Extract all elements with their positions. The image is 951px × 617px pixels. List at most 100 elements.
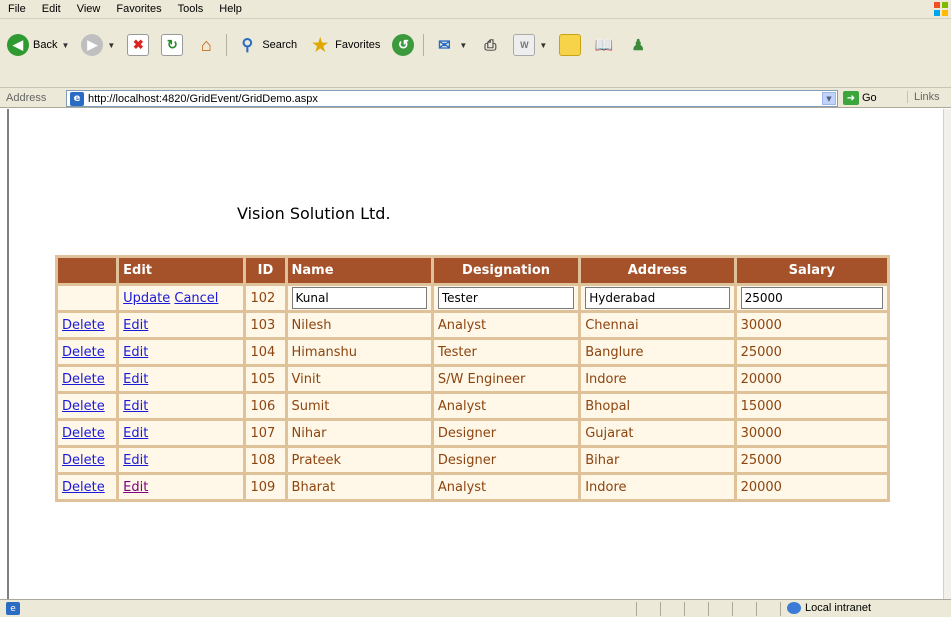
left-frame-edge: [0, 109, 9, 599]
table-row: Delete Edit 107 Nihar Designer Gujarat 3…: [58, 421, 887, 445]
header-name: Name: [287, 258, 431, 283]
go-button[interactable]: ➜ Go: [843, 90, 877, 106]
delete-link[interactable]: Delete: [62, 345, 105, 360]
messenger-button[interactable]: ♟: [624, 32, 652, 58]
back-button[interactable]: ◀ Back ▼: [4, 32, 72, 58]
name-input[interactable]: [291, 287, 427, 309]
windows-logo-icon: [934, 2, 948, 16]
status-divider: [732, 602, 733, 616]
menu-help[interactable]: Help: [211, 3, 250, 15]
address-input-field[interactable]: [585, 287, 730, 309]
header-designation: Designation: [433, 258, 579, 283]
id-cell: 109: [246, 475, 285, 499]
address-url: http://localhost:4820/GridEvent/GridDemo…: [88, 92, 318, 105]
delete-link[interactable]: Delete: [62, 426, 105, 441]
page-status-icon: e: [6, 602, 20, 615]
forward-dropdown-icon: ▼: [107, 40, 116, 50]
address-cell: Indore: [581, 475, 734, 499]
favorites-star-icon: ★: [312, 34, 329, 55]
refresh-icon: ↻: [161, 34, 184, 56]
salary-cell: 30000: [736, 421, 887, 445]
home-button[interactable]: ⌂: [192, 32, 220, 58]
toolbar: ◀ Back ▼ ▶ ▼ ✖ ↻ ⌂ ⚲ Search ★ Favorites …: [0, 19, 951, 88]
status-divider: [780, 602, 781, 616]
employee-grid: Edit ID Name Designation Address Salary …: [55, 255, 890, 502]
menu-view[interactable]: View: [69, 3, 109, 15]
update-link[interactable]: Update: [123, 291, 170, 306]
search-button[interactable]: ⚲ Search: [233, 32, 300, 58]
address-cell: Indore: [581, 367, 734, 391]
name-cell: Himanshu: [287, 340, 431, 364]
delete-link[interactable]: Delete: [62, 399, 105, 414]
salary-cell: 25000: [736, 340, 887, 364]
address-cell: Chennai: [581, 313, 734, 337]
zone-label: Local intranet: [805, 602, 872, 614]
header-delete: [58, 258, 117, 283]
edit-page-button[interactable]: W ▼: [510, 32, 550, 58]
name-cell: Vinit: [287, 367, 431, 391]
header-salary: Salary: [736, 258, 887, 283]
designation-cell: S/W Engineer: [433, 367, 579, 391]
cancel-link[interactable]: Cancel: [174, 291, 218, 306]
designation-input[interactable]: [437, 287, 575, 309]
address-cell: Bihar: [581, 448, 734, 472]
header-address: Address: [581, 258, 734, 283]
delete-link[interactable]: Delete: [62, 372, 105, 387]
name-cell: Bharat: [287, 475, 431, 499]
id-cell: 106: [246, 394, 285, 418]
edit-link[interactable]: Edit: [123, 480, 148, 495]
salary-cell: [736, 286, 887, 310]
status-divider: [708, 602, 709, 616]
links-button[interactable]: Links: [907, 91, 940, 103]
address-cell: [581, 286, 734, 310]
discuss-button[interactable]: [556, 32, 584, 58]
menu-tools[interactable]: Tools: [170, 3, 212, 15]
print-icon: ⎙: [484, 36, 497, 54]
delete-link[interactable]: Delete: [62, 318, 105, 333]
edit-link[interactable]: Edit: [123, 453, 148, 468]
edit-link[interactable]: Edit: [123, 426, 148, 441]
menu-favorites[interactable]: Favorites: [108, 3, 169, 15]
salary-input[interactable]: [740, 287, 883, 309]
salary-cell: 20000: [736, 475, 887, 499]
refresh-button[interactable]: ↻: [158, 32, 186, 58]
menu-edit[interactable]: Edit: [34, 3, 69, 15]
name-cell: [287, 286, 431, 310]
stop-button[interactable]: ✖: [124, 32, 152, 58]
header-id: ID: [246, 258, 285, 283]
designation-cell: [433, 286, 579, 310]
page-icon: e: [70, 91, 84, 106]
id-cell: 107: [246, 421, 285, 445]
print-button[interactable]: ⎙: [476, 32, 504, 58]
salary-cell: 20000: [736, 367, 887, 391]
back-dropdown-icon: ▼: [61, 40, 70, 50]
forward-button[interactable]: ▶ ▼: [78, 32, 118, 58]
research-icon: 📖: [594, 37, 614, 54]
status-divider: [684, 602, 685, 616]
address-input[interactable]: e http://localhost:4820/GridEvent/GridDe…: [66, 90, 838, 107]
name-cell: Nilesh: [287, 313, 431, 337]
delete-link[interactable]: Delete: [62, 480, 105, 495]
id-cell: 105: [246, 367, 285, 391]
designation-cell: Tester: [433, 340, 579, 364]
edit-link[interactable]: Edit: [123, 345, 148, 360]
menu-file[interactable]: File: [0, 3, 34, 15]
favorites-button[interactable]: ★ Favorites: [306, 32, 383, 58]
history-icon: ↺: [392, 34, 415, 56]
address-cell: Gujarat: [581, 421, 734, 445]
mail-button[interactable]: ✉ ▼: [430, 32, 470, 58]
history-button[interactable]: ↺: [389, 32, 417, 58]
address-cell: Bhopal: [581, 394, 734, 418]
back-arrow-icon: ◀: [7, 34, 29, 56]
id-cell: 108: [246, 448, 285, 472]
stop-icon: ✖: [127, 34, 150, 56]
edit-link[interactable]: Edit: [123, 372, 148, 387]
edit-link[interactable]: Edit: [123, 399, 148, 414]
salary-cell: 30000: [736, 313, 887, 337]
search-label: Search: [262, 39, 298, 51]
address-dropdown-icon[interactable]: ▼: [822, 92, 836, 105]
delete-link[interactable]: Delete: [62, 453, 105, 468]
research-button[interactable]: 📖: [590, 32, 618, 58]
edit-link[interactable]: Edit: [123, 318, 148, 333]
vertical-scrollbar[interactable]: [943, 109, 951, 599]
